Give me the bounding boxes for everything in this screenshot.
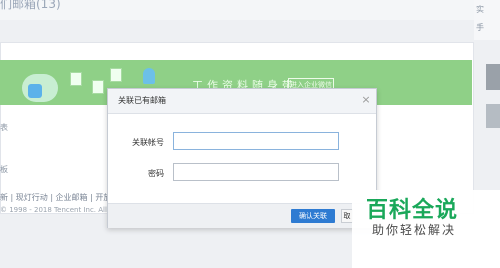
password-input[interactable] (173, 163, 339, 181)
account-label: 关联帐号 (132, 138, 164, 147)
right-frag-2: 手 (476, 23, 484, 32)
watermark-subtitle: 助你轻松解决 (372, 223, 457, 237)
page-title: 们邮箱(13) (0, 0, 61, 11)
confirm-link-button[interactable]: 确认关联 (291, 209, 335, 223)
dialog-header: 关联已有邮箱 × (108, 89, 376, 114)
person-icon (143, 68, 155, 84)
side-thumbnail[interactable] (486, 104, 500, 128)
account-input[interactable] (173, 132, 339, 150)
right-top-panel: 实 手 (474, 0, 500, 40)
right-frag-1: 实 (476, 5, 484, 14)
dialog-title: 关联已有邮箱 (118, 96, 166, 105)
password-label: 密码 (148, 169, 164, 178)
paper-icon (92, 80, 104, 94)
paper-icon (70, 72, 82, 86)
database-icon (28, 84, 42, 98)
top-header: 们邮箱(13) (0, 0, 500, 20)
left-fragment: 板 (0, 165, 8, 174)
dialog-footer: 确认关联 取 (108, 203, 376, 228)
side-thumbnail[interactable] (486, 64, 500, 90)
left-fragment: 表 (0, 123, 8, 132)
watermark-title: 百科全说 (366, 198, 459, 223)
link-mailbox-dialog: 关联已有邮箱 × 关联帐号 密码 确认关联 取 (107, 88, 377, 228)
footer-copyright: © 1998 - 2018 Tencent Inc. All (0, 206, 107, 214)
close-icon[interactable]: × (360, 93, 372, 107)
footer-links[interactable]: 新 | 现灯行动 | 企业邮箱 | 开放 (0, 192, 111, 203)
paper-icon (110, 68, 122, 82)
